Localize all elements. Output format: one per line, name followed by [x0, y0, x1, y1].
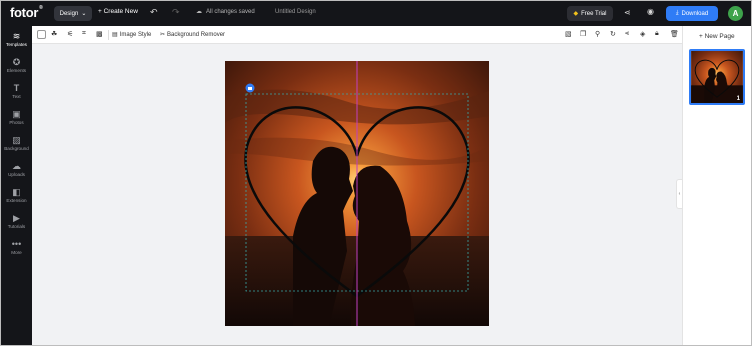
- download-icon: ⤓: [675, 10, 679, 16]
- crop-icon[interactable]: ⌗: [82, 30, 86, 38]
- scissors-icon: ✂: [160, 32, 166, 38]
- design-menu-button[interactable]: Design ⌄: [54, 6, 92, 21]
- sidebar-item-label: Elements: [6, 68, 27, 73]
- sidebar-item-label: Uploads: [8, 172, 25, 177]
- create-new-label: Create New: [103, 8, 138, 15]
- filter-icon[interactable]: ▩: [96, 30, 103, 38]
- free-trial-label: Free Trial: [581, 10, 607, 17]
- sidebar-item-uploads[interactable]: ☁ Uploads: [1, 156, 32, 182]
- undo-icon[interactable]: ↶: [150, 7, 158, 18]
- image-toolbar: ☘ ⚟ ⌗ ▩ ▤ Image Style ✂ Background Remov…: [32, 26, 682, 44]
- sunset-couple-photo[interactable]: [225, 61, 489, 326]
- avatar[interactable]: A: [728, 6, 743, 21]
- background-icon: ▨: [12, 135, 21, 145]
- plus-icon: +: [98, 8, 102, 15]
- diamond-icon: ◆: [573, 11, 579, 17]
- trash-icon[interactable]: 🗑︎: [670, 30, 679, 38]
- artboard[interactable]: [225, 61, 489, 326]
- sidebar-item-label: Photos: [9, 120, 24, 125]
- flip-icon[interactable]: ⚲: [595, 30, 600, 38]
- sidebar-item-label: Extension: [6, 198, 27, 203]
- sidebar-item-extension[interactable]: ◧ Extension: [1, 182, 32, 208]
- sidebar-item-label: More: [11, 250, 22, 255]
- cloud-check-icon: ☁: [196, 9, 202, 15]
- page-number: 1: [736, 96, 740, 102]
- page-thumbnail-image: [691, 51, 743, 103]
- fotor-logo[interactable]: fotor®: [10, 5, 43, 20]
- sidebar-item-more[interactable]: ••• More: [1, 234, 32, 260]
- sidebar-item-templates[interactable]: ≋ Templates: [1, 26, 32, 52]
- sidebar-item-label: Text: [12, 94, 21, 99]
- plus-icon: +: [699, 33, 703, 40]
- new-page-button[interactable]: + New Page: [699, 33, 735, 40]
- sidebar-item-photos[interactable]: ▣ Photos: [1, 104, 32, 130]
- image-style-button[interactable]: ▤ Image Style: [112, 31, 152, 39]
- free-trial-button[interactable]: ◆ Free Trial: [567, 6, 613, 21]
- templates-icon: ≋: [12, 31, 21, 41]
- download-label: Download: [681, 10, 709, 17]
- download-button[interactable]: ⤓ Download: [666, 6, 718, 21]
- elements-icon: ✪: [12, 57, 21, 67]
- adjust-icon[interactable]: ⚟: [67, 30, 73, 38]
- top-bar: fotor® Design ⌄ + Create New ↶ ↷ ☁ All c…: [1, 1, 751, 26]
- canvas-area[interactable]: [32, 44, 682, 345]
- create-new-button[interactable]: + Create New: [98, 8, 138, 15]
- photos-icon: ▣: [12, 109, 21, 119]
- pages-panel: + New Page 1: [682, 26, 751, 345]
- select-checkbox[interactable]: [37, 30, 46, 39]
- redo-icon[interactable]: ↷: [172, 7, 180, 18]
- tutorials-icon: ▶: [13, 213, 20, 223]
- sidebar-item-tutorials[interactable]: ▶ Tutorials: [1, 208, 32, 234]
- extension-icon: ◧: [12, 187, 21, 197]
- text-icon: T: [13, 83, 20, 93]
- page-thumbnail[interactable]: 1: [689, 49, 745, 105]
- share-icon[interactable]: ⋖: [624, 8, 631, 17]
- save-status-text: All changes saved: [206, 8, 255, 15]
- sidebar-item-background[interactable]: ▨ Background: [1, 130, 32, 156]
- preview-eye-icon[interactable]: ◉: [647, 7, 654, 16]
- transparency-icon[interactable]: ▧: [565, 30, 572, 38]
- background-remover-label: Background Remover: [167, 31, 226, 38]
- rotate-icon[interactable]: ↻: [610, 30, 616, 38]
- image-style-icon: ▤: [112, 32, 118, 38]
- left-sidebar: ≋ Templates ✪ Elements T Text ▣ Photos ▨…: [1, 26, 32, 345]
- app-window: fotor® Design ⌄ + Create New ↶ ↷ ☁ All c…: [0, 0, 752, 346]
- design-label: Design: [59, 10, 79, 17]
- duplicate-icon[interactable]: ❐: [580, 30, 586, 38]
- save-status: ☁ All changes saved: [196, 8, 255, 16]
- layers-icon[interactable]: ◈: [640, 30, 645, 38]
- sidebar-item-label: Background: [4, 146, 29, 151]
- chevron-down-icon: ⌄: [81, 11, 87, 17]
- toolbar-divider: [108, 30, 109, 40]
- sidebar-item-label: Tutorials: [7, 224, 26, 229]
- more-icon: •••: [11, 239, 22, 249]
- document-title[interactable]: Untitled Design: [275, 9, 316, 15]
- sidebar-item-elements[interactable]: ✪ Elements: [1, 52, 32, 78]
- sidebar-item-text[interactable]: T Text: [1, 78, 32, 104]
- effects-icon[interactable]: ☘: [51, 30, 57, 38]
- align-icon[interactable]: ⫷: [625, 30, 629, 38]
- lock-icon[interactable]: 🔒︎: [655, 30, 659, 38]
- image-style-label: Image Style: [119, 31, 152, 38]
- background-remover-button[interactable]: ✂ Background Remover: [160, 31, 226, 39]
- sidebar-item-label: Templates: [6, 42, 27, 47]
- uploads-icon: ☁: [12, 161, 21, 171]
- new-page-label: New Page: [704, 33, 735, 40]
